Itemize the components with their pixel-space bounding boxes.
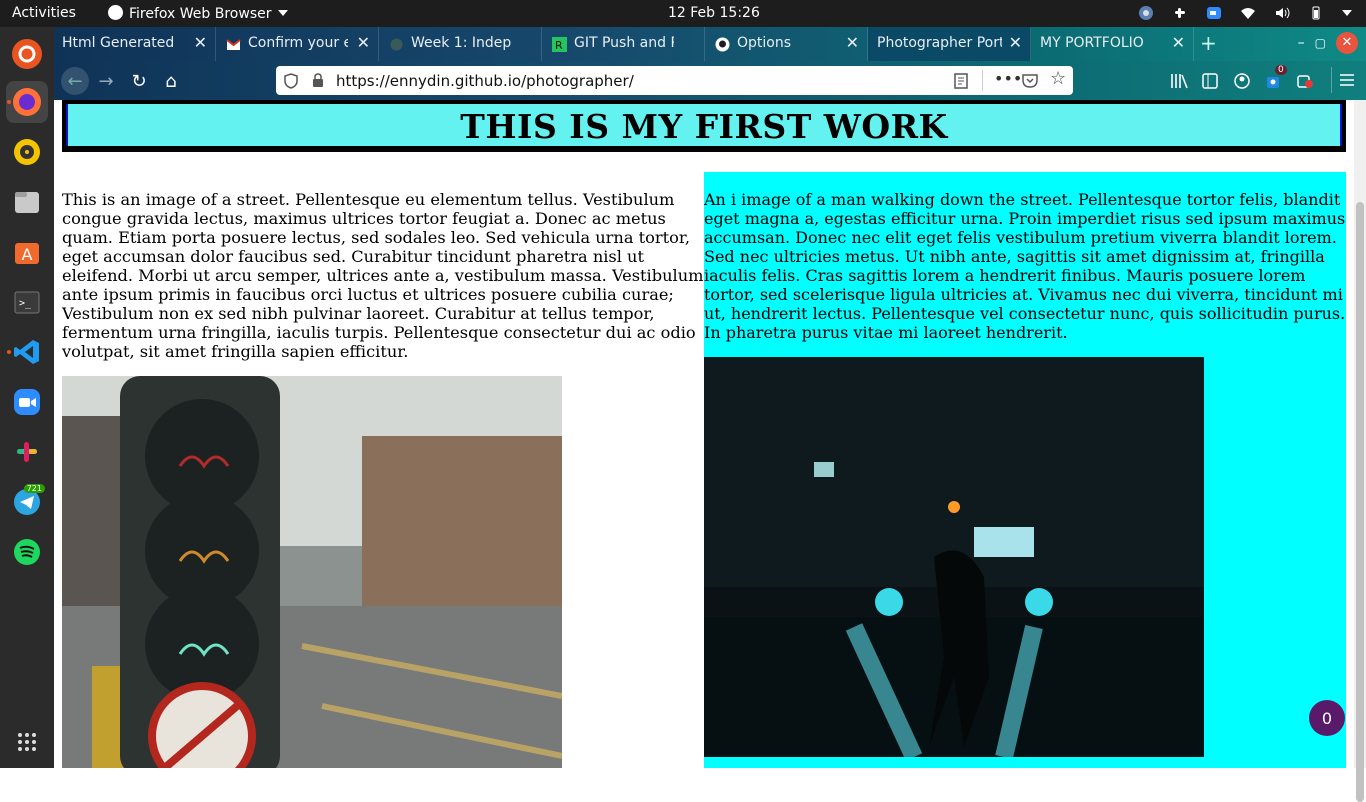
- more-actions-icon[interactable]: •••: [994, 69, 1022, 88]
- shield-icon[interactable]: [284, 73, 298, 89]
- activities-button[interactable]: Activities: [12, 5, 76, 21]
- page-title: THIS IS MY FIRST WORK: [460, 107, 948, 146]
- pocket-icon[interactable]: [1022, 73, 1038, 88]
- tab-label: Photographer Port: [877, 35, 1002, 51]
- page-header: THIS IS MY FIRST WORK: [62, 100, 1346, 152]
- dock-zoom-icon[interactable]: [6, 381, 48, 423]
- show-apps-icon[interactable]: [6, 721, 48, 763]
- back-icon[interactable]: ←: [61, 67, 89, 95]
- url-text[interactable]: https://ennydin.github.io/photographer/: [336, 72, 634, 90]
- minimize-icon[interactable]: –: [1298, 35, 1305, 51]
- close-icon[interactable]: ✕: [1009, 33, 1022, 52]
- zoom-tray-icon[interactable]: [1206, 5, 1222, 21]
- tab-git-push[interactable]: R GIT Push and P: [542, 27, 705, 61]
- blocker-icon[interactable]: [1297, 73, 1313, 89]
- tab-strip: Html Generated ✕ Confirm your en ✕ Week …: [54, 27, 1366, 61]
- tab-confirm-email[interactable]: Confirm your en ✕: [216, 27, 379, 61]
- caret-down-icon: [277, 10, 288, 16]
- dock-telegram-icon[interactable]: 721: [6, 481, 48, 523]
- floating-counter-button[interactable]: 0: [1309, 700, 1345, 736]
- tab-label: MY PORTFOLIO: [1040, 35, 1144, 51]
- dock-spotify-icon[interactable]: [6, 531, 48, 573]
- web-page: THIS IS MY FIRST WORK This is an image o…: [54, 100, 1354, 768]
- window-close-icon[interactable]: ✕: [1336, 32, 1358, 54]
- navigation-bar: ← → ↻ ⌂ https://ennydin.github.io/photog…: [54, 61, 1366, 100]
- maximize-icon[interactable]: ▢: [1315, 36, 1326, 50]
- lock-icon[interactable]: [312, 73, 324, 88]
- bookmark-star-icon[interactable]: ☆: [1050, 68, 1066, 89]
- tab-week1[interactable]: Week 1: Indepe: [379, 27, 542, 61]
- dock-files-icon[interactable]: [6, 181, 48, 223]
- new-tab-icon[interactable]: +: [1200, 31, 1217, 55]
- slack-tray-icon[interactable]: [1172, 5, 1188, 21]
- firefox-icon: [108, 5, 123, 20]
- dock-firefox-icon[interactable]: [6, 81, 48, 123]
- dock-terminal-icon[interactable]: >_: [6, 281, 48, 323]
- github-icon: [715, 37, 730, 52]
- right-paragraph: An i image of a man walking down the str…: [704, 190, 1346, 342]
- account-icon[interactable]: [1234, 73, 1250, 89]
- close-icon[interactable]: ✕: [1172, 33, 1185, 52]
- window-controls: – ▢ ✕: [1298, 32, 1358, 54]
- left-column: This is an image of a street. Pellentesq…: [62, 172, 704, 768]
- scrollbar-thumb[interactable]: [1356, 202, 1364, 802]
- close-icon[interactable]: ✕: [194, 33, 207, 52]
- site-icon: [390, 38, 403, 51]
- system-top-bar: Activities Firefox Web Browser 12 Feb 15…: [0, 0, 1366, 27]
- reload-icon[interactable]: ↻: [125, 67, 153, 95]
- dock-ubuntu-icon[interactable]: [6, 33, 48, 75]
- svg-text:A: A: [22, 245, 33, 264]
- app-menu-label: Firefox Web Browser: [129, 6, 272, 22]
- gmail-icon: [226, 39, 241, 50]
- extension-icon[interactable]: [1265, 73, 1281, 89]
- toolbar-divider: [1331, 67, 1332, 93]
- close-icon[interactable]: ✕: [357, 33, 370, 52]
- url-divider: [982, 70, 983, 91]
- app-menu[interactable]: Firefox Web Browser: [108, 5, 288, 22]
- tab-html-generated[interactable]: Html Generated ✕: [54, 27, 216, 61]
- close-icon[interactable]: ✕: [846, 33, 859, 52]
- library-icon[interactable]: [1170, 73, 1188, 89]
- site-icon: R: [552, 37, 567, 52]
- tab-label: Options: [737, 35, 792, 51]
- tab-label: GIT Push and P: [574, 35, 674, 51]
- dock-slack-icon[interactable]: [6, 431, 48, 473]
- dock-rhythmbox-icon[interactable]: [6, 131, 48, 173]
- tab-label: Week 1: Indepe: [411, 35, 511, 51]
- svg-text:>_: >_: [19, 298, 32, 309]
- system-tray[interactable]: [1138, 4, 1352, 22]
- chrome-indicator-icon[interactable]: [1138, 5, 1154, 21]
- telegram-badge: 721: [23, 484, 45, 493]
- dock-software-icon[interactable]: A: [6, 231, 48, 273]
- right-column: An i image of a man walking down the str…: [704, 172, 1346, 768]
- dock: A >_ 721: [0, 27, 54, 768]
- volume-icon[interactable]: [1274, 5, 1290, 21]
- clock[interactable]: 12 Feb 15:26: [668, 5, 760, 21]
- url-bar[interactable]: https://ennydin.github.io/photographer/ …: [276, 66, 1073, 95]
- power-menu-caret-icon[interactable]: [1342, 10, 1352, 16]
- dock-vscode-icon[interactable]: [6, 331, 48, 373]
- home-icon[interactable]: ⌂: [157, 67, 185, 95]
- tab-options[interactable]: Options ✕: [705, 27, 868, 61]
- page-header-inner: THIS IS MY FIRST WORK: [66, 104, 1342, 146]
- wifi-icon[interactable]: [1240, 5, 1256, 21]
- tab-label: Html Generated: [62, 35, 175, 51]
- tab-my-portfolio[interactable]: MY PORTFOLIO ✕: [1031, 27, 1194, 61]
- tab-photographer[interactable]: Photographer Port ✕: [868, 27, 1031, 61]
- man-walking-night-photo: [704, 357, 1204, 757]
- forward-icon[interactable]: →: [92, 67, 120, 95]
- extension-badge: 0: [1275, 65, 1287, 75]
- reader-view-icon[interactable]: [954, 73, 968, 89]
- tab-label: Confirm your en: [248, 35, 348, 51]
- sidebar-icon[interactable]: [1202, 73, 1218, 89]
- page-scrollbar[interactable]: [1354, 100, 1366, 802]
- battery-icon[interactable]: [1308, 5, 1324, 21]
- left-paragraph: This is an image of a street. Pellentesq…: [62, 190, 704, 361]
- street-traffic-light-photo: [62, 376, 562, 768]
- svg-text:R: R: [555, 39, 563, 52]
- hamburger-menu-icon[interactable]: [1340, 74, 1354, 86]
